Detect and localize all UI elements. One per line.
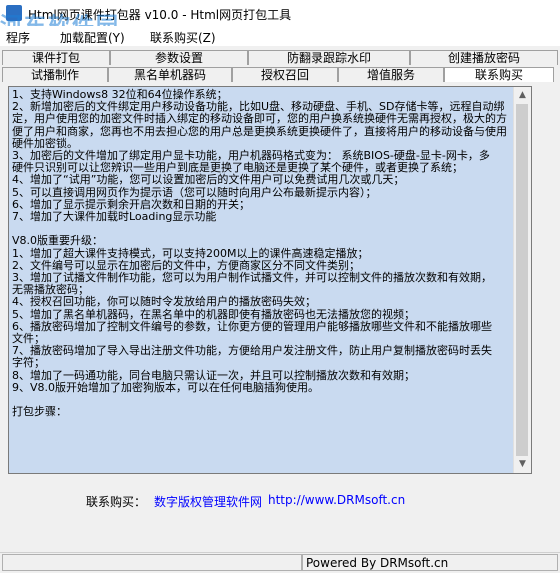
info-text-box[interactable]: 1、支持Windows8 32位和64位操作系统； 2、新增加密后的文件绑定用户… xyxy=(8,86,532,474)
menu-load-config[interactable]: 加载配置(Y) xyxy=(60,29,125,46)
app-icon xyxy=(6,5,22,21)
menu-bar: 程序 加载配置(Y) 联系购买(Z) xyxy=(0,26,560,46)
tab-contact[interactable]: 联系购买 xyxy=(444,67,554,82)
status-text: Powered By DRMsoft.cn xyxy=(306,556,449,570)
vertical-scrollbar[interactable]: ▲ ▼ xyxy=(513,87,531,473)
tab-blacklist[interactable]: 黑名单机器码 xyxy=(108,67,232,82)
chevron-down-icon[interactable]: ▼ xyxy=(514,456,531,473)
title-bar: Html网页课件打包器 v10.0 - Html网页打包工具 xyxy=(0,0,560,26)
menu-contact-purchase[interactable]: 联系购买(Z) xyxy=(150,29,216,46)
tab-trial[interactable]: 试播制作 xyxy=(2,67,108,82)
menu-program[interactable]: 程序 xyxy=(6,29,30,46)
tab-value-added[interactable]: 增值服务 xyxy=(338,67,444,82)
status-cell-left xyxy=(2,554,302,571)
info-text[interactable]: 1、支持Windows8 32位和64位操作系统； 2、新增加密后的文件绑定用户… xyxy=(9,87,516,473)
scrollbar-thumb[interactable] xyxy=(516,104,528,456)
tab-revoke[interactable]: 授权召回 xyxy=(232,67,338,82)
contact-company-link[interactable]: 数字版权管理软件网 xyxy=(154,493,262,510)
contact-url-link[interactable]: http://www.DRMsoft.cn xyxy=(268,493,405,507)
status-bar: Powered By DRMsoft.cn xyxy=(0,552,560,573)
tab-package[interactable]: 课件打包 xyxy=(2,50,110,65)
window-title: Html网页课件打包器 v10.0 - Html网页打包工具 xyxy=(28,8,292,22)
chevron-up-icon[interactable]: ▲ xyxy=(514,87,531,104)
tab-settings[interactable]: 参数设置 xyxy=(110,50,248,65)
tab-create-password[interactable]: 创建播放密码 xyxy=(410,50,558,65)
contact-label: 联系购买： xyxy=(86,495,147,509)
tab-watermark[interactable]: 防翻录跟踪水印 xyxy=(248,50,410,65)
